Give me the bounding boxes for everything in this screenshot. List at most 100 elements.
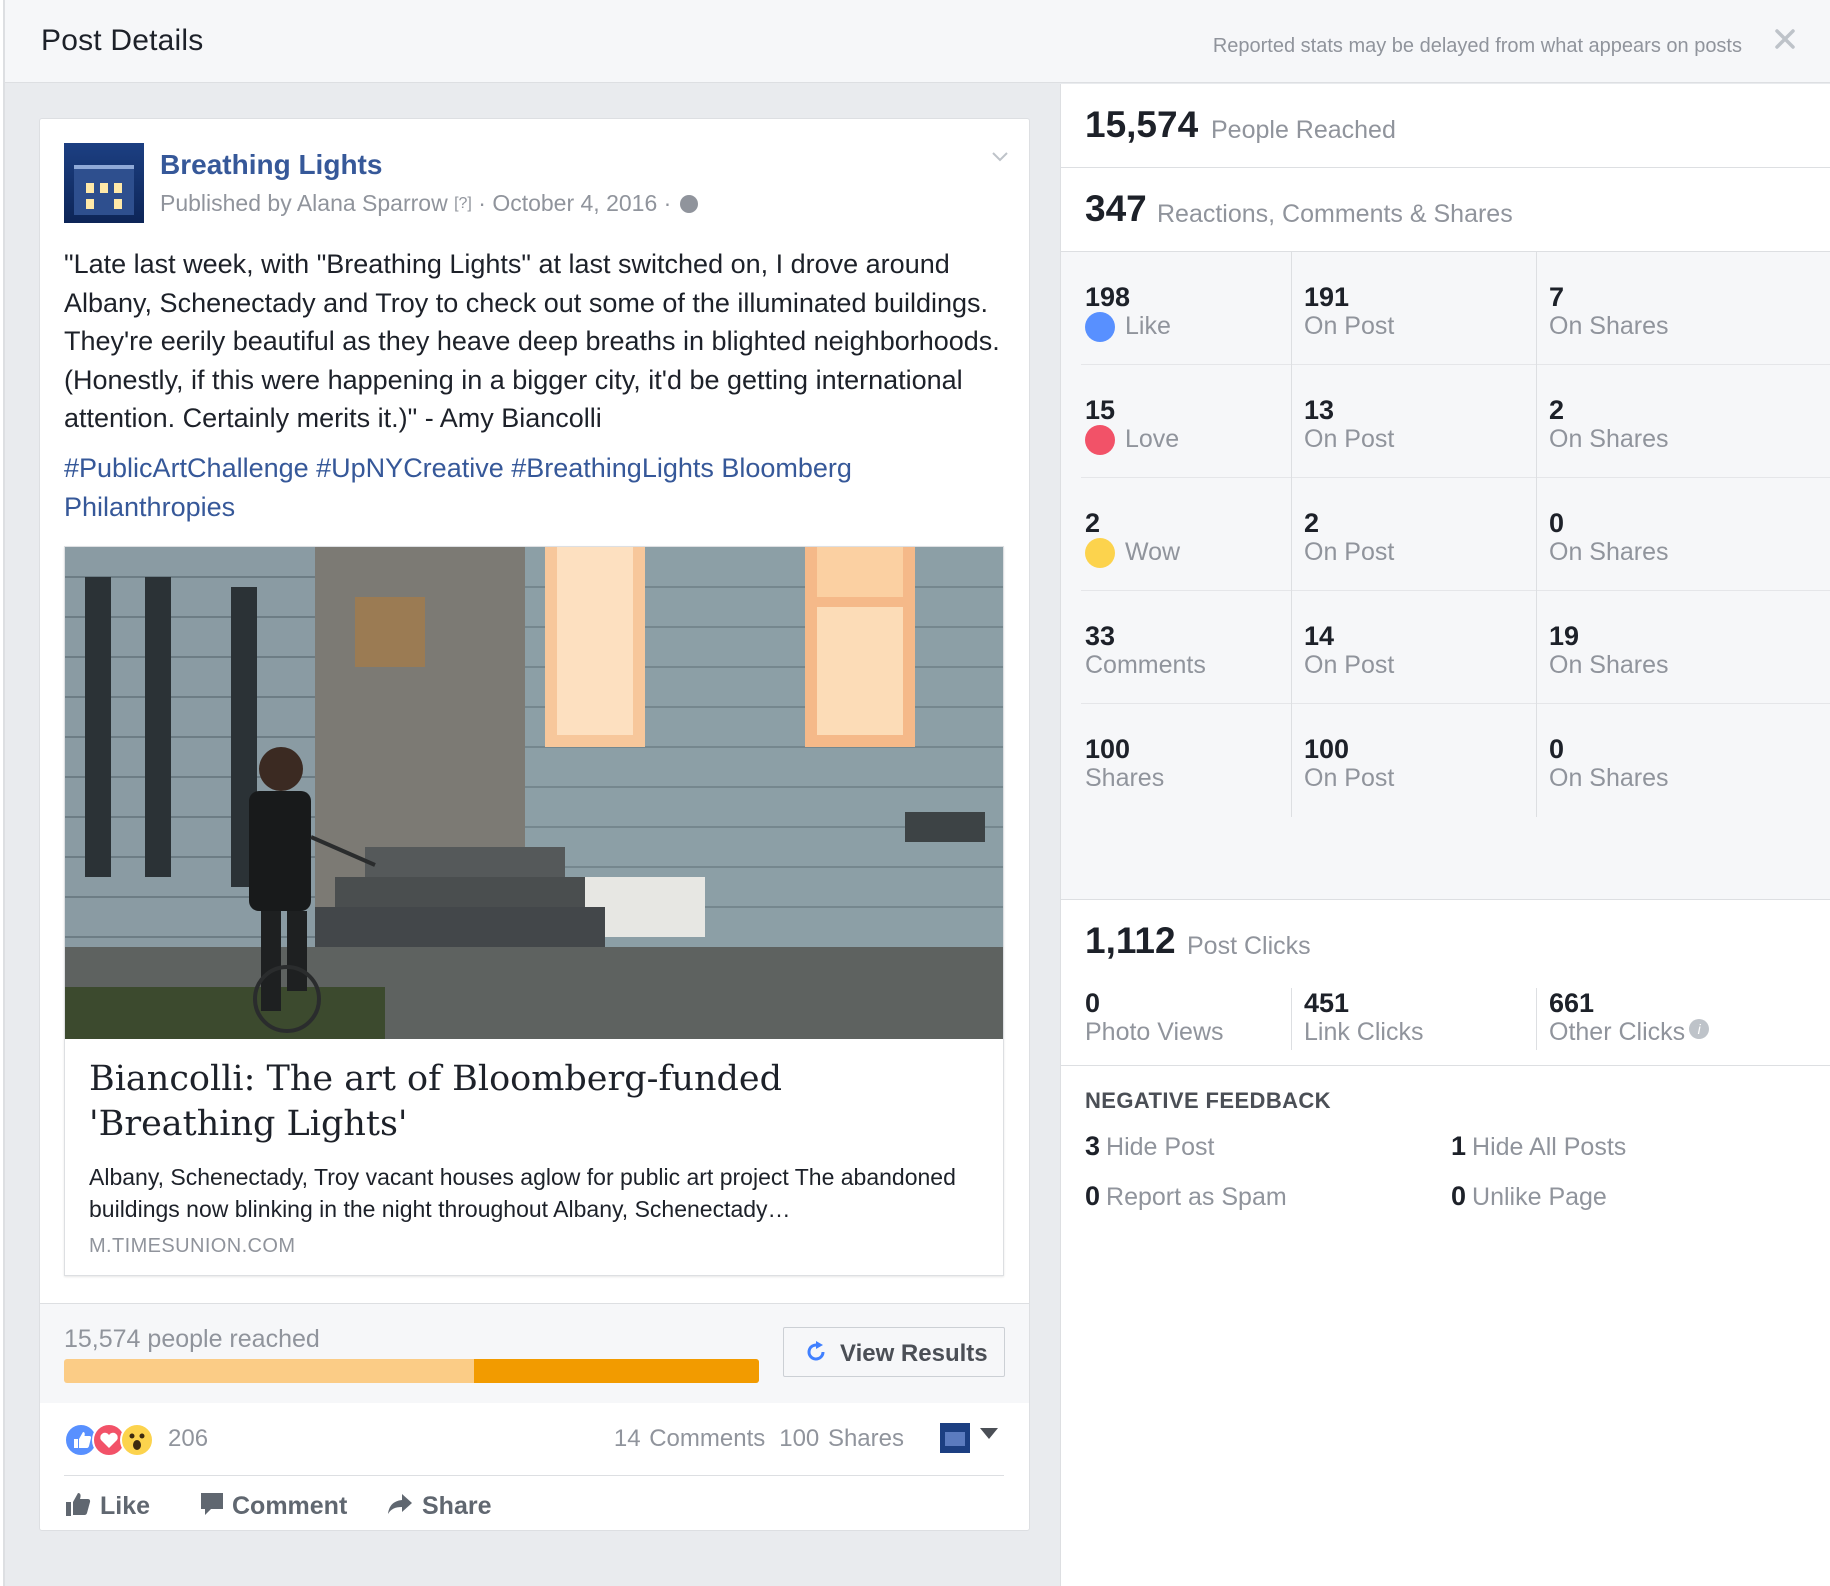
like-on-shares: 7 bbox=[1549, 282, 1565, 312]
on-shares-label: On Shares bbox=[1549, 425, 1669, 453]
love-on-post: 13 bbox=[1304, 395, 1335, 425]
avatar-window bbox=[86, 183, 94, 193]
love-on-shares-cell: 2 On Shares bbox=[1536, 365, 1826, 478]
love-label: Love bbox=[1125, 425, 1180, 453]
link-source-domain: M.TIMESUNION.COM bbox=[89, 1235, 296, 1257]
hide-post-label: Hide Post bbox=[1106, 1133, 1215, 1161]
thumbs-up-icon bbox=[66, 1493, 91, 1516]
comments-count-link[interactable]: 14 Comments bbox=[614, 1425, 765, 1452]
like-total-cell: 198 Like bbox=[1085, 252, 1295, 365]
love-icon bbox=[1085, 425, 1115, 455]
comments-label: Comments bbox=[1085, 651, 1206, 679]
like-label: Like bbox=[1125, 312, 1171, 340]
like-action-label: Like bbox=[100, 1492, 151, 1520]
comments-on-post: 14 bbox=[1304, 621, 1335, 651]
post-clicks-label: Post Clicks bbox=[1187, 932, 1311, 960]
post-details-dialog: Post Details Reported stats may be delay… bbox=[3, 0, 1830, 1586]
hide-all-value: 1 bbox=[1451, 1131, 1467, 1161]
shares-total-cell: 100 Shares bbox=[1085, 704, 1295, 817]
shares-count-link[interactable]: 100 Shares bbox=[779, 1425, 904, 1452]
link-details[interactable]: Biancolli: The art of Bloomberg-funded '… bbox=[65, 1039, 1003, 1275]
negative-feedback: NEGATIVE FEEDBACK 3 Hide Post 1 Hide All P… bbox=[1061, 1066, 1830, 1246]
globe-icon bbox=[679, 195, 698, 213]
chevron-down-icon[interactable] bbox=[991, 147, 1009, 165]
avatar-window bbox=[86, 199, 94, 209]
link-description: Albany, Schenectady, Troy vacant houses … bbox=[89, 1164, 956, 1222]
on-post-label: On Post bbox=[1304, 764, 1395, 792]
post-hashtags[interactable]: #PublicArtChallenge #UpNYCreative #Breat… bbox=[64, 449, 1014, 526]
shares-total: 100 bbox=[1085, 734, 1131, 764]
other-clicks-label: Other Clicks i bbox=[1549, 1018, 1710, 1047]
on-shares-label: On Shares bbox=[1549, 764, 1669, 792]
post-date[interactable]: · October 4, 2016 · bbox=[478, 190, 671, 216]
like-on-post: 191 bbox=[1304, 282, 1350, 312]
post-clicks-stats: 1,112 Post Clicks 0 Photo Views 451 Link… bbox=[1061, 900, 1830, 1066]
post-insights-panel: 15,574 People Reached 347 Reactions, Com… bbox=[1060, 84, 1830, 1586]
wow-reaction-icon[interactable] bbox=[120, 1423, 154, 1457]
shares-on-post-cell: 100 On Post bbox=[1291, 704, 1536, 817]
page-avatar[interactable] bbox=[64, 143, 144, 223]
help-marker[interactable]: [?] bbox=[454, 195, 472, 212]
on-post-label: On Post bbox=[1304, 425, 1395, 453]
love-total: 15 bbox=[1085, 395, 1116, 425]
shares-on-post: 100 bbox=[1304, 734, 1350, 764]
comments-on-shares-cell: 19 On Shares bbox=[1536, 591, 1826, 704]
hide-all-label: Hide All Posts bbox=[1472, 1133, 1627, 1161]
other-clicks-cell: 661 Other Clicks i bbox=[1536, 988, 1826, 1050]
like-on-shares-cell: 7 On Shares bbox=[1536, 252, 1826, 365]
page-avatar-small[interactable] bbox=[940, 1423, 970, 1453]
photo-views-label: Photo Views bbox=[1085, 1018, 1224, 1046]
caret-down-icon[interactable] bbox=[980, 1428, 998, 1439]
post-meta: Published by Alana Sparrow [?] · October… bbox=[160, 190, 698, 217]
reach-stat: 15,574 People Reached bbox=[1061, 84, 1830, 168]
spam-value: 0 bbox=[1085, 1181, 1101, 1211]
post-card: Breathing Lights Published by Alana Spar… bbox=[39, 118, 1030, 1531]
on-shares-label: On Shares bbox=[1549, 312, 1669, 340]
comment-icon bbox=[201, 1493, 223, 1515]
publisher-text[interactable]: Published by Alana Sparrow bbox=[160, 190, 448, 216]
post-clicks-value: 1,112 bbox=[1085, 920, 1176, 961]
unlike-value: 0 bbox=[1451, 1181, 1467, 1211]
engagement-stats: 347 Reactions, Comments & Shares 198 Lik… bbox=[1061, 168, 1830, 900]
delay-notice: Reported stats may be delayed from what … bbox=[1212, 35, 1742, 57]
link-title[interactable]: Biancolli: The art of Bloomberg-funded '… bbox=[89, 1057, 969, 1147]
on-post-label: On Post bbox=[1304, 312, 1395, 340]
reaction-count[interactable]: 206 bbox=[168, 1425, 208, 1453]
page-name-link[interactable]: Breathing Lights bbox=[160, 149, 382, 181]
wow-on-shares-cell: 0 On Shares bbox=[1536, 478, 1826, 591]
love-total-cell: 15 Love bbox=[1085, 365, 1295, 478]
unlike-label: Unlike Page bbox=[1472, 1183, 1607, 1211]
wow-on-shares: 0 bbox=[1549, 508, 1565, 538]
wow-label: Wow bbox=[1125, 538, 1181, 566]
link-attachment[interactable]: Biancolli: The art of Bloomberg-funded '… bbox=[64, 546, 1004, 1276]
info-icon[interactable]: i bbox=[1689, 1019, 1710, 1039]
like-total: 198 bbox=[1085, 282, 1131, 312]
on-post-label: On Post bbox=[1304, 651, 1395, 679]
on-post-label: On Post bbox=[1304, 538, 1395, 566]
comments-stat-row: 33 Comments 14 On Post 19 On Shares bbox=[1081, 591, 1830, 704]
link-clicks-value: 451 bbox=[1304, 988, 1350, 1018]
reach-summary: 15,574 people reached View Results bbox=[40, 1303, 1029, 1403]
wow-icon bbox=[1085, 538, 1115, 568]
people-reached-value: 15,574 bbox=[1085, 104, 1199, 145]
reactions-summary: 206 14 Comments 100 Shares bbox=[64, 1404, 1004, 1476]
link-clicks-cell: 451 Link Clicks bbox=[1291, 988, 1536, 1050]
avatar-window bbox=[100, 183, 108, 193]
post-actions: Like Comment Share bbox=[64, 1476, 1004, 1531]
like-on-post-cell: 191 On Post bbox=[1291, 252, 1536, 365]
on-shares-label: On Shares bbox=[1549, 651, 1669, 679]
reach-bar-paid-fill bbox=[474, 1359, 759, 1383]
other-clicks-text: Other Clicks bbox=[1549, 1018, 1686, 1046]
shares-stat-row: 100 Shares 100 On Post 0 On Shares bbox=[1081, 704, 1830, 817]
shares-on-shares: 0 bbox=[1549, 734, 1565, 764]
like-stat-row: 198 Like 191 On Post 7 On Shares bbox=[1081, 252, 1830, 365]
engagement-value: 347 bbox=[1085, 188, 1147, 229]
shares-label: Shares bbox=[1085, 764, 1165, 792]
link-photo[interactable] bbox=[65, 547, 1003, 1039]
love-on-post-cell: 13 On Post bbox=[1291, 365, 1536, 478]
wow-stat-row: 2 Wow 2 On Post 0 On Shares bbox=[1081, 478, 1830, 591]
close-icon[interactable] bbox=[1770, 24, 1800, 54]
house-photo-illustration bbox=[65, 547, 1003, 1039]
view-results-button[interactable]: View Results bbox=[783, 1327, 1005, 1377]
engagement-label: Reactions, Comments & Shares bbox=[1157, 200, 1513, 228]
